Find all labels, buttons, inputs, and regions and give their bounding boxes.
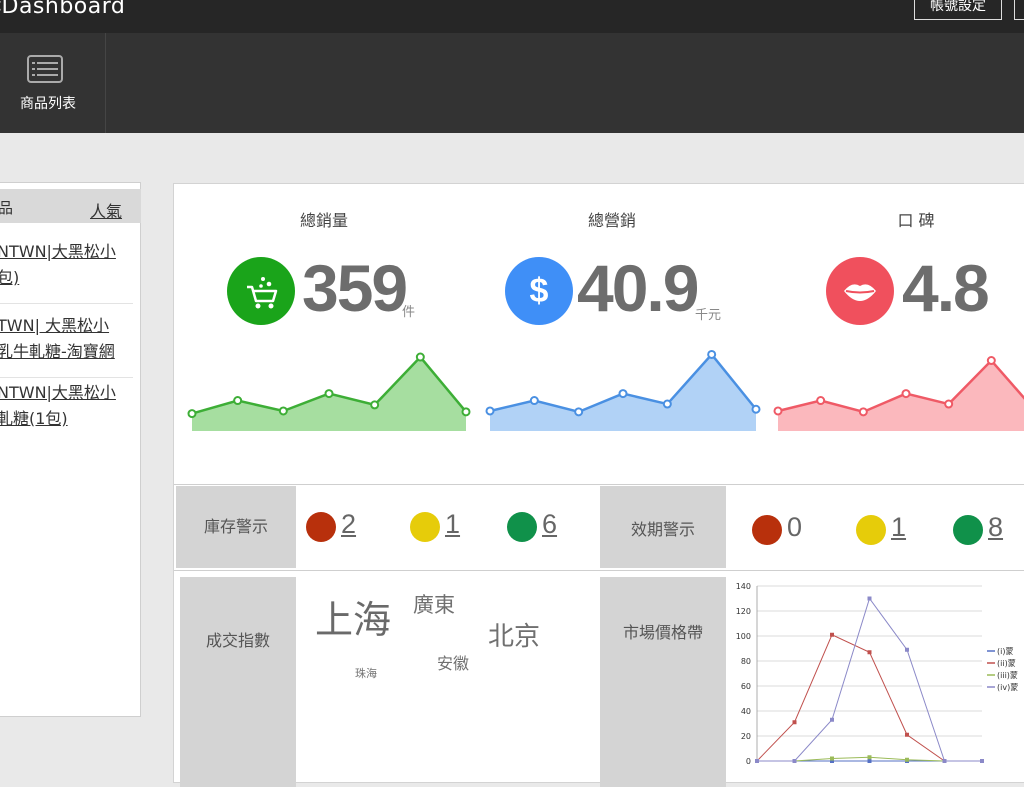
series-point [943, 759, 947, 763]
red-status-dot [306, 512, 336, 542]
series-point [793, 720, 797, 724]
series-point [980, 759, 984, 763]
word-cloud-word[interactable]: 上海 [315, 589, 391, 644]
word-cloud-word[interactable]: 北京 [488, 616, 540, 653]
stock-red-count[interactable]: 2 [341, 509, 356, 540]
market-price-label: 市場價格帶 [600, 577, 726, 787]
sparkline-revenue [487, 351, 760, 431]
chart-grid: 0 20 40 60 80 100 120 140 [736, 582, 982, 766]
sparkline-point [280, 407, 287, 414]
sparkline-point [326, 390, 333, 397]
sparkline-point [775, 407, 782, 414]
sparkline-point [417, 354, 424, 361]
sparkline-point [945, 401, 952, 408]
legend-label: (iv)蒙 [997, 682, 1018, 692]
divider [0, 303, 133, 304]
sparkline-point [664, 401, 671, 408]
series-point [868, 597, 872, 601]
product-link[interactable]: TWN| 大黑松小乳牛軋糖-淘寶網 [0, 313, 135, 365]
top-bar: ‡Dashboard 帳號設定 [0, 0, 1024, 33]
sparkline-point [575, 408, 582, 415]
toolbar-item-product-list[interactable]: 商品列表 [0, 33, 106, 133]
word-cloud-word[interactable]: 安徽 [437, 650, 469, 674]
divider [0, 377, 133, 378]
chart-legend: (i)蒙 (ii)蒙 (iii)蒙 (iv)蒙 [987, 646, 1018, 692]
sparkline-point [860, 408, 867, 415]
green-status-dot [953, 515, 983, 545]
series-point [830, 718, 834, 722]
sparkline-sales [189, 354, 470, 431]
product-link[interactable]: NTWN|大黑松小軋糖(1包) [0, 380, 135, 432]
sparkline-point [487, 407, 494, 414]
word-cloud-word[interactable]: 廣東 [413, 589, 455, 619]
yellow-status-dot [856, 515, 886, 545]
series-point [755, 759, 759, 763]
legend-label: (i)蒙 [997, 646, 1013, 656]
sparkline-point [531, 397, 538, 404]
panel-header: 品 人氣 [0, 189, 141, 223]
sort-popularity-link[interactable]: 人氣 [90, 198, 122, 222]
sparkline-reputation [775, 357, 1024, 431]
series-point [868, 759, 872, 763]
y-tick-label: 100 [736, 632, 751, 641]
y-tick-label: 120 [736, 607, 751, 616]
y-tick-label: 40 [741, 707, 751, 716]
series-point [868, 650, 872, 654]
sparkline-point [371, 401, 378, 408]
toolbar: 商品列表 [0, 33, 1024, 133]
legend-label: (ii)蒙 [997, 658, 1016, 668]
series-point [830, 757, 834, 761]
y-tick-label: 20 [741, 732, 751, 741]
y-tick-label: 80 [741, 657, 751, 666]
expiry-red-count: 0 [787, 512, 802, 543]
stock-yellow-count[interactable]: 1 [445, 509, 460, 540]
expiry-green-count[interactable]: 8 [988, 512, 1003, 543]
expiry-alert-label: 效期警示 [600, 486, 726, 568]
expiry-yellow-count[interactable]: 1 [891, 512, 906, 543]
sparkline-point [753, 406, 760, 413]
divider [174, 570, 1024, 571]
green-status-dot [507, 512, 537, 542]
product-link[interactable]: NTWN|大黑松小包) [0, 239, 135, 291]
sparkline-point [903, 390, 910, 397]
series-point [830, 633, 834, 637]
brand-title: ‡Dashboard [0, 0, 125, 19]
stock-alert-label: 庫存警示 [176, 486, 296, 568]
stock-green-count[interactable]: 6 [542, 509, 557, 540]
series-point [905, 648, 909, 652]
column-product: 品 [0, 197, 13, 218]
series-point [905, 758, 909, 762]
series-point [905, 733, 909, 737]
sparkline-point [817, 397, 824, 404]
y-tick-label: 140 [736, 582, 751, 591]
secondary-header-button[interactable] [1014, 0, 1024, 20]
divider [174, 484, 1024, 485]
series-line [757, 599, 982, 762]
y-tick-label: 60 [741, 682, 751, 691]
chart-series [755, 597, 984, 764]
sparkline-point [234, 397, 241, 404]
word-cloud-word[interactable]: 珠海 [355, 665, 377, 681]
series-point [793, 759, 797, 763]
sparkline-point [708, 351, 715, 358]
popular-products-panel: 品 人氣 NTWN|大黑松小包) TWN| 大黑松小乳牛軋糖-淘寶網 NTWN|… [0, 182, 141, 717]
yellow-status-dot [410, 512, 440, 542]
sparkline-point [463, 408, 470, 415]
sparkline-point [620, 390, 627, 397]
y-tick-label: 0 [746, 757, 751, 766]
sparkline-point [988, 357, 995, 364]
series-point [868, 755, 872, 759]
legend-label: (iii)蒙 [997, 670, 1018, 680]
market-price-chart: 0 20 40 60 80 100 120 140 (i)蒙 (ii)蒙 (iii)蒙 (iv)蒙 [729, 576, 1024, 776]
dashboard-main: 總銷量 359 件 總營銷 $ 40.9 千元 口 碑 4.8 庫存警示 2 1 [173, 183, 1024, 783]
sparkline-point [189, 410, 196, 417]
sparklines [174, 184, 1024, 444]
toolbar-item-label: 商品列表 [0, 93, 96, 113]
red-status-dot [752, 515, 782, 545]
list-icon [27, 55, 63, 83]
account-settings-button[interactable]: 帳號設定 [914, 0, 1002, 20]
deal-index-label: 成交指數 [180, 577, 296, 787]
